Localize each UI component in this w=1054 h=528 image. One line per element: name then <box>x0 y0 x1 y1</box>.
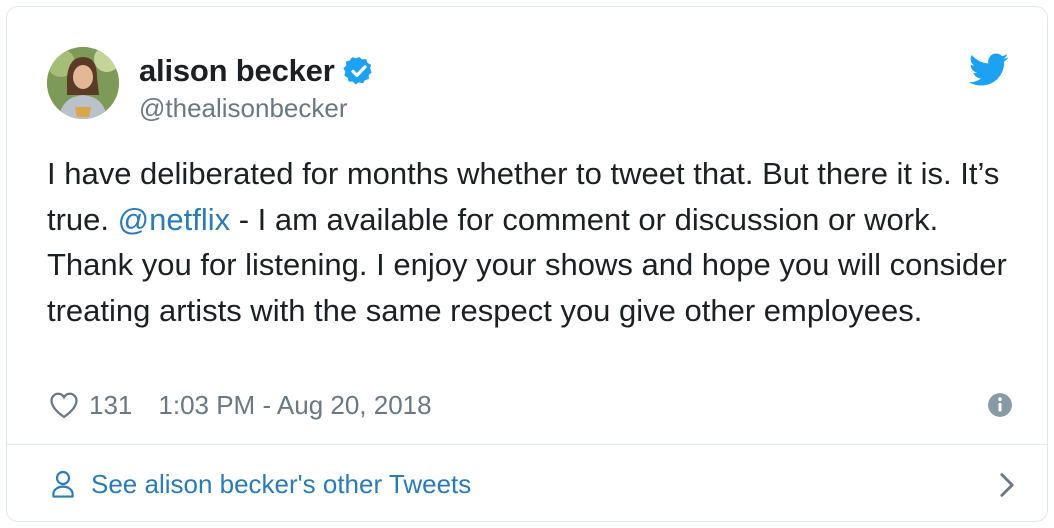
other-tweets-link[interactable]: See alison becker's other Tweets <box>51 459 1014 509</box>
tweet-text: I have deliberated for months whether to… <box>47 151 1027 333</box>
other-tweets-label[interactable]: See alison becker's other Tweets <box>91 469 471 500</box>
info-icon[interactable] <box>987 392 1013 418</box>
chevron-right-icon[interactable] <box>999 472 1015 498</box>
tweet-header: alison becker @thealisonbecker <box>47 47 1009 127</box>
like-count[interactable]: 131 <box>89 390 132 421</box>
heart-icon[interactable] <box>49 391 79 419</box>
twitter-bird-icon[interactable] <box>969 53 1009 87</box>
display-name[interactable]: alison becker <box>139 53 335 89</box>
tweet-meta: 131 1:03 PM - Aug 20, 2018 <box>49 385 1012 425</box>
tweet-card: alison becker @thealisonbecker I have de… <box>6 6 1048 522</box>
person-icon <box>52 470 74 498</box>
divider <box>7 444 1047 445</box>
user-handle[interactable]: @thealisonbecker <box>139 93 375 124</box>
user-names: alison becker @thealisonbecker <box>139 51 375 124</box>
avatar[interactable] <box>47 47 119 119</box>
mention-link[interactable]: @netflix <box>118 202 230 237</box>
timestamp[interactable]: 1:03 PM - Aug 20, 2018 <box>158 390 431 421</box>
verified-badge-icon <box>342 57 372 85</box>
